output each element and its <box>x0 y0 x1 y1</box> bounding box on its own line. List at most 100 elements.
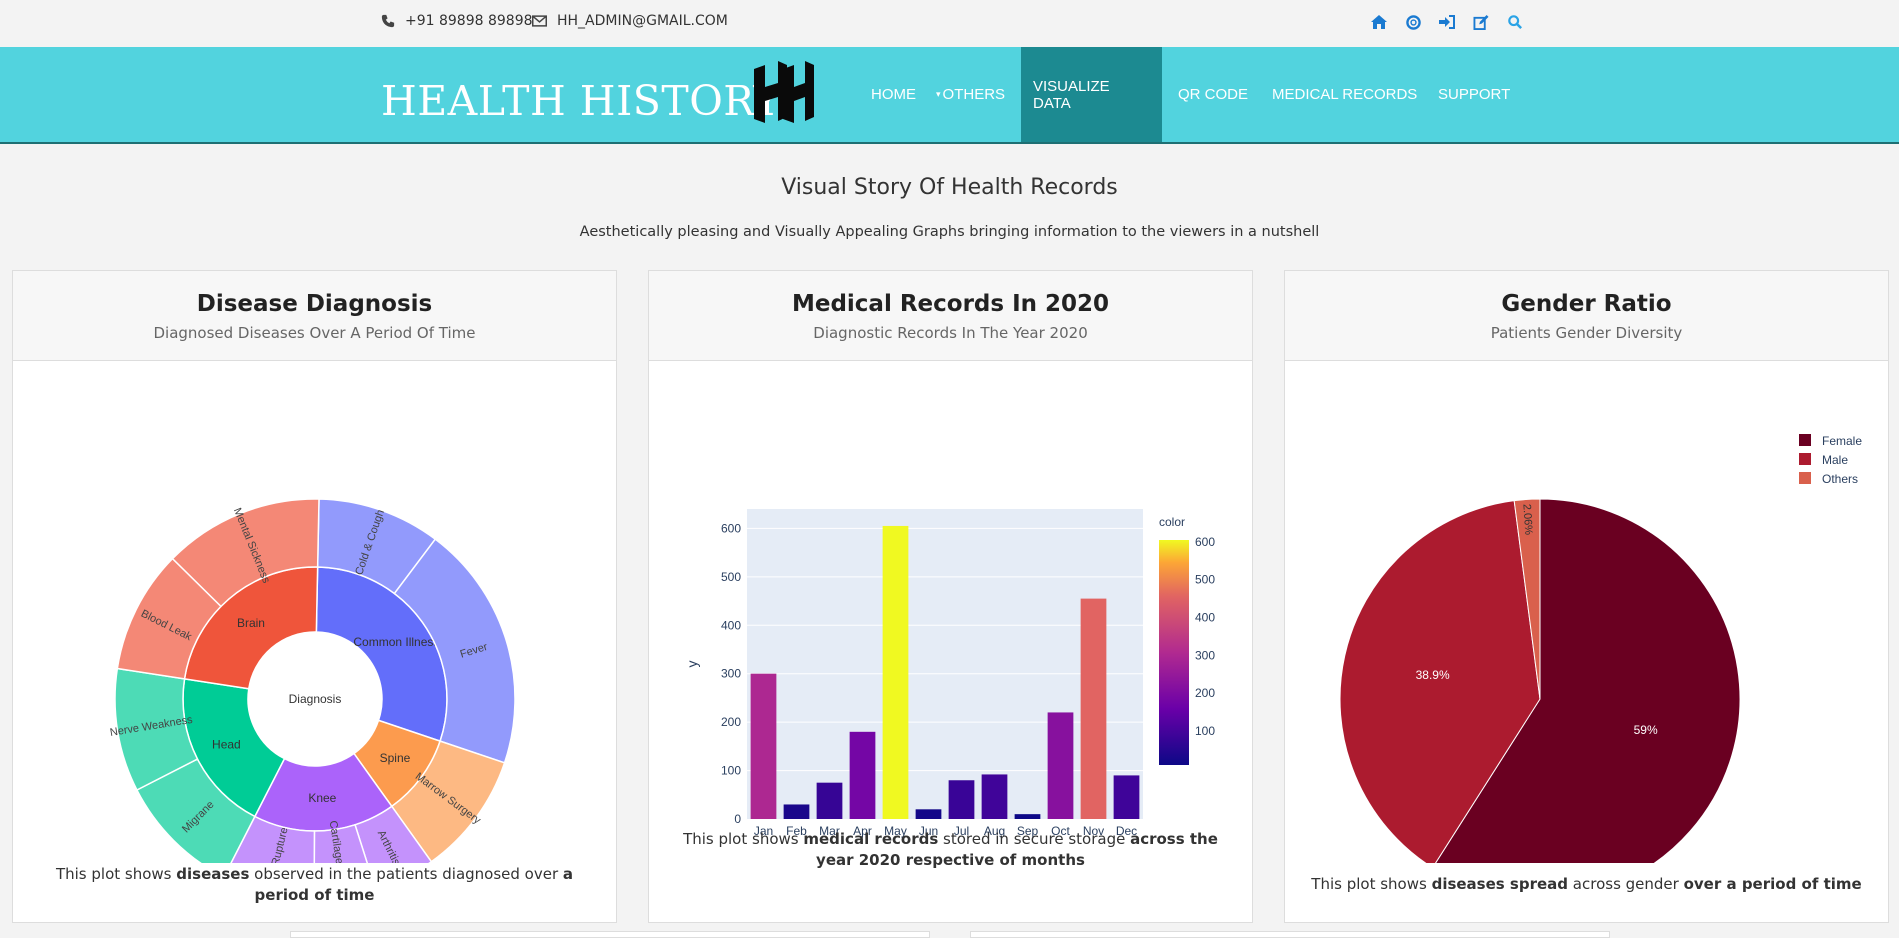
bar <box>783 804 810 819</box>
home-icon[interactable] <box>1369 12 1389 32</box>
bar <box>849 731 876 819</box>
colorbar-tick-label: 100 <box>1195 724 1215 738</box>
card-gender-ratio: Gender Ratio Patients Gender Diversity 5… <box>1284 270 1889 923</box>
bar <box>1014 814 1041 819</box>
edit-icon[interactable] <box>1471 12 1491 32</box>
next-card-edge <box>290 931 930 938</box>
desc-bold: medical records <box>803 830 939 848</box>
nav-medical-label: MEDICAL RECORDS <box>1272 86 1418 103</box>
page-title: Visual Story Of Health Records <box>781 175 1118 200</box>
nav-visualize-data[interactable]: VISUALIZE DATA <box>1021 47 1162 142</box>
desc-bold: over a period of time <box>1683 875 1862 893</box>
pie-value-label: 2.06% <box>1520 503 1534 535</box>
legend-swatch <box>1799 472 1811 484</box>
nav-home[interactable]: HOME <box>859 47 928 142</box>
nav-home-label: HOME <box>871 86 916 103</box>
nav-others[interactable]: ▾ OTHERS <box>924 47 1017 142</box>
card-header: Medical Records In 2020 Diagnostic Recor… <box>649 271 1252 361</box>
nav-medical-records[interactable]: MEDICAL RECORDS <box>1260 47 1429 142</box>
card-subtitle: Diagnosed Diseases Over A Period Of Time <box>153 324 476 342</box>
bar <box>882 525 909 819</box>
card-disease-diagnosis: Disease Diagnosis Diagnosed Diseases Ove… <box>12 270 617 923</box>
y-tick-label: 300 <box>721 667 741 681</box>
card-header: Disease Diagnosis Diagnosed Diseases Ove… <box>13 271 616 361</box>
legend-label: Male <box>1822 453 1848 467</box>
bar <box>750 673 777 819</box>
legend-swatch <box>1799 434 1811 446</box>
sunburst-label: Spine <box>380 751 411 765</box>
colorbar-title: color <box>1159 515 1185 529</box>
desc-text: across gender <box>1568 875 1684 893</box>
nav-support-label: SUPPORT <box>1438 86 1511 103</box>
top-contact-bar: +91 89898 89898 HH_ADMIN@GMAIL.COM <box>0 0 1899 47</box>
bar <box>1047 712 1074 819</box>
bar-chart[interactable]: 0100200300400500600Jan Feb Mar Apr May Jun Jul… <box>649 363 1252 843</box>
colorbar-tick-label: 500 <box>1195 573 1215 587</box>
colorbar-tick-label: 200 <box>1195 686 1215 700</box>
y-tick-label: 200 <box>721 715 741 729</box>
card-description: This plot shows medical records stored i… <box>669 829 1232 871</box>
top-icon-group <box>1369 12 1525 32</box>
card-medical-records: Medical Records In 2020 Diagnostic Recor… <box>648 270 1253 923</box>
desc-text: This plot shows <box>683 830 804 848</box>
bar <box>915 809 942 819</box>
colorbar <box>1159 540 1189 765</box>
colorbar-tick-label: 300 <box>1195 648 1215 662</box>
desc-text: This plot shows <box>1311 875 1432 893</box>
card-header: Gender Ratio Patients Gender Diversity <box>1285 271 1888 361</box>
phone-icon <box>381 14 395 28</box>
nav-others-label: OTHERS <box>942 86 1006 103</box>
nav-support[interactable]: SUPPORT <box>1426 47 1522 142</box>
nav-qr-label: QR CODE <box>1178 86 1249 103</box>
hh-logo[interactable] <box>748 61 822 129</box>
desc-text: observed in the patients diagnosed over <box>249 865 563 883</box>
colorbar-tick-label: 600 <box>1195 535 1215 549</box>
sunburst-label: Common Illness <box>353 635 439 649</box>
next-card-edge <box>970 931 1610 938</box>
phone-contact: +91 89898 89898 <box>381 13 533 29</box>
legend-label: Female <box>1822 434 1862 448</box>
card-subtitle: Diagnostic Records In The Year 2020 <box>813 324 1088 342</box>
support-icon[interactable] <box>1403 12 1423 32</box>
pie-value-label: 38.9% <box>1416 668 1450 682</box>
nav-qr-code[interactable]: QR CODE <box>1166 47 1260 142</box>
card-description: This plot shows diseases observed in the… <box>33 864 596 906</box>
y-axis-label: y <box>684 661 700 668</box>
sunburst-chart[interactable]: Common IllnessCold & CoughFeverSpineMarr… <box>13 363 616 863</box>
envelope-icon <box>532 15 547 27</box>
desc-text: This plot shows <box>55 865 177 883</box>
bar <box>1113 775 1140 819</box>
sunburst-label: Knee <box>308 791 336 805</box>
pie-value-label: 59% <box>1634 723 1658 737</box>
y-tick-label: 600 <box>721 521 741 535</box>
bar <box>948 780 975 819</box>
y-tick-label: 0 <box>734 812 741 826</box>
sunburst-label: Diagnosis <box>289 692 342 706</box>
sign-in-icon[interactable] <box>1437 12 1457 32</box>
legend-label: Others <box>1822 472 1858 486</box>
card-description: This plot shows diseases spread across g… <box>1305 874 1868 895</box>
desc-text: stored in secure storage <box>938 830 1131 848</box>
y-tick-label: 500 <box>721 570 741 584</box>
bar <box>1080 598 1107 819</box>
email-contact: HH_ADMIN@GMAIL.COM <box>532 13 728 29</box>
bar <box>816 782 843 819</box>
brand-title[interactable]: HEALTH HISTORY <box>381 77 781 125</box>
card-title: Disease Diagnosis <box>196 291 433 317</box>
search-icon[interactable] <box>1505 12 1525 32</box>
card-title: Gender Ratio <box>1501 291 1672 317</box>
sunburst-label: Brain <box>237 616 265 630</box>
desc-bold: diseases spread <box>1431 875 1569 893</box>
card-subtitle: Patients Gender Diversity <box>1490 324 1683 342</box>
phone-number: +91 89898 89898 <box>405 13 533 29</box>
legend-swatch <box>1799 453 1811 465</box>
email-address: HH_ADMIN@GMAIL.COM <box>557 13 728 29</box>
page-subtitle: Aesthetically pleasing and Visually Appe… <box>579 224 1320 240</box>
caret-down-icon: ▾ <box>936 89 941 99</box>
colorbar-tick-label: 400 <box>1195 611 1215 625</box>
desc-bold: diseases <box>176 865 250 883</box>
main-navbar: HEALTH HISTORY HOME ▾ OTHERS VISUALIZE D… <box>0 47 1899 144</box>
pie-chart[interactable]: 59% 38.9% 2.06% Female Male Others <box>1285 363 1888 863</box>
y-tick-label: 400 <box>721 618 741 632</box>
card-title: Medical Records In 2020 <box>791 291 1110 317</box>
